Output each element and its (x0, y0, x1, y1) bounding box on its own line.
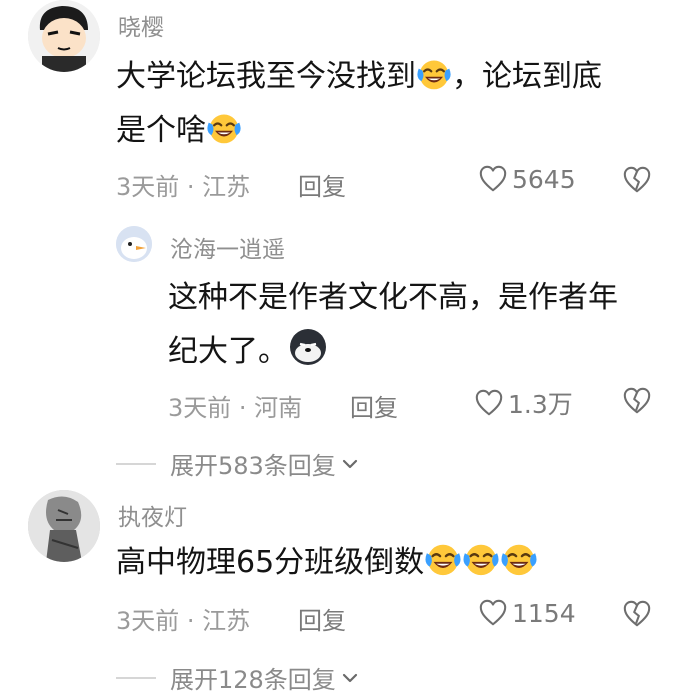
like-count: 5645 (512, 164, 576, 194)
reply-username[interactable]: 沧海一逍遥 (170, 230, 285, 264)
comment-username[interactable]: 执夜灯 (118, 498, 187, 532)
comment-time-location: 3天前 · 江苏 (116, 173, 251, 201)
laughing-crying-emoji-icon (500, 540, 538, 578)
laughing-crying-emoji-icon (462, 540, 500, 578)
reply-button[interactable]: 回复 (350, 388, 398, 423)
broken-heart-icon (622, 165, 652, 195)
reply-button[interactable]: 回复 (298, 167, 346, 202)
laughing-crying-emoji-icon (424, 540, 462, 578)
dislike-button[interactable] (622, 386, 652, 420)
like-count: 1154 (512, 598, 576, 628)
expand-replies-label: 展开583条回复 (170, 452, 336, 480)
comment-time-location: 3天前 · 江苏 (116, 607, 251, 635)
reply-button[interactable]: 回复 (298, 601, 346, 636)
comment-username[interactable]: 晓樱 (118, 8, 164, 42)
heart-outline-icon (474, 388, 504, 418)
heart-outline-icon (478, 164, 508, 194)
chevron-down-icon (340, 454, 360, 474)
expand-replies-button[interactable]: 展开128条回复 (116, 660, 360, 695)
like-button[interactable]: 5645 (478, 164, 576, 194)
like-button[interactable]: 1.3万 (474, 385, 573, 421)
doge-emoji-icon (290, 329, 326, 365)
heart-outline-icon (478, 598, 508, 628)
like-count: 1.3万 (508, 390, 573, 419)
avatar[interactable] (28, 0, 100, 72)
chevron-down-icon (340, 668, 360, 688)
reply-time-location: 3天前 · 河南 (168, 394, 303, 422)
divider-line (116, 676, 156, 679)
avatar-cartoon-icon (28, 0, 100, 72)
broken-heart-icon (622, 599, 652, 629)
expand-replies-label: 展开128条回复 (170, 666, 336, 694)
avatar[interactable] (28, 490, 100, 562)
comment-text: 大学论坛我至今没找到 ，论坛到底 是个啥 (116, 50, 676, 158)
comment-text: 高中物理65分班级倒数 (116, 536, 676, 590)
reply-text: 这种不是作者文化不高，是作者年 纪大了。 (168, 280, 618, 369)
avatar-sketch-icon (28, 490, 100, 562)
broken-heart-icon (622, 386, 652, 416)
laughing-crying-emoji-icon (206, 110, 242, 146)
divider-line (116, 462, 156, 465)
avatar-bird-icon (116, 226, 152, 262)
dislike-button[interactable] (622, 165, 652, 199)
dislike-button[interactable] (622, 599, 652, 633)
laughing-crying-emoji-icon (416, 56, 452, 92)
like-button[interactable]: 1154 (478, 598, 576, 628)
expand-replies-button[interactable]: 展开583条回复 (116, 446, 360, 481)
reply-avatar[interactable] (116, 226, 152, 262)
